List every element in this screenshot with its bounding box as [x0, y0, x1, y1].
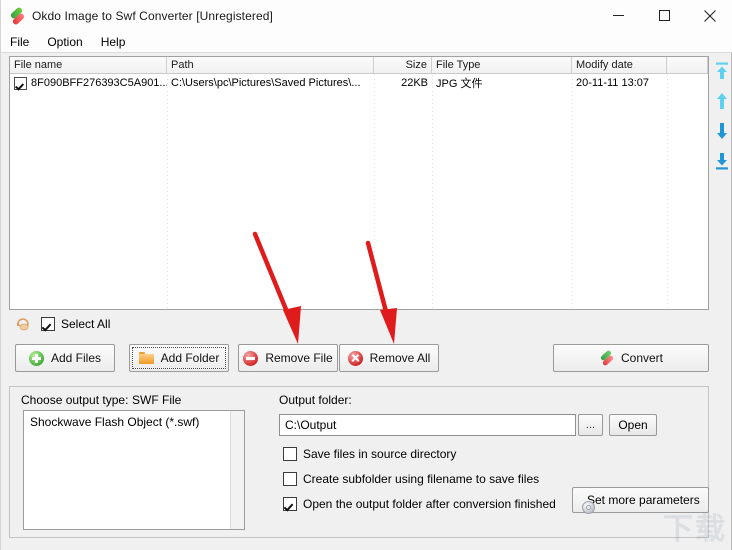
red-x-icon — [347, 350, 363, 366]
window-title: Okdo Image to Swf Converter [Unregistere… — [32, 8, 273, 23]
remove-file-label: Remove File — [265, 351, 333, 365]
output-folder-input[interactable]: C:\Output — [279, 414, 576, 436]
column-header-modify-date[interactable]: Modify date — [572, 57, 667, 73]
move-down-icon[interactable] — [712, 120, 732, 142]
application-window: Okdo Image to Swf Converter [Unregistere… — [0, 0, 732, 550]
watermark: 下载 — [663, 512, 727, 547]
type-list-scrollbar[interactable] — [230, 411, 244, 529]
convert-swoosh-icon — [9, 5, 26, 26]
output-folder-label: Output folder: — [279, 393, 352, 407]
column-header-extra[interactable] — [667, 57, 708, 73]
file-list-panel[interactable]: File name Path Size File Type Modify dat… — [9, 56, 709, 310]
menu-item-file[interactable]: File — [1, 32, 38, 52]
save-in-source-directory-row[interactable]: Save files in source directory — [283, 447, 456, 461]
output-type-value: SWF File — [132, 393, 182, 407]
move-to-bottom-icon[interactable] — [712, 150, 732, 172]
file-list-header: File name Path Size File Type Modify dat… — [10, 57, 708, 74]
maximize-icon[interactable] — [641, 0, 687, 31]
add-files-button[interactable]: Add Files — [15, 344, 115, 372]
add-folder-label: Add Folder — [160, 351, 220, 365]
close-icon[interactable] — [687, 0, 732, 31]
add-files-label: Add Files — [50, 351, 102, 365]
browse-folder-button[interactable]: ... — [578, 414, 603, 436]
column-guides — [10, 75, 708, 309]
open-output-folder-row[interactable]: Open the output folder after conversion … — [283, 497, 556, 511]
green-plus-icon — [28, 350, 44, 366]
menu-item-help[interactable]: Help — [92, 32, 135, 52]
remove-file-button[interactable]: Remove File — [238, 344, 338, 372]
folder-icon — [138, 351, 154, 366]
create-subfolder-row[interactable]: Create subfolder using filename to save … — [283, 472, 539, 486]
add-folder-button[interactable]: Add Folder — [129, 344, 229, 372]
refresh-hand-icon[interactable] — [15, 316, 31, 332]
open-output-folder-label: Open the output folder after conversion … — [303, 497, 556, 511]
select-all-label: Select All — [61, 317, 111, 331]
red-minus-icon — [243, 350, 259, 366]
move-to-top-icon[interactable] — [712, 60, 732, 82]
select-all-row: Select All — [15, 314, 110, 334]
output-type-label: Choose output type: — [21, 393, 129, 407]
save-in-source-directory-checkbox[interactable] — [283, 447, 297, 461]
remove-all-label: Remove All — [369, 351, 431, 365]
open-folder-button[interactable]: Open — [609, 414, 657, 436]
title-bar: Okdo Image to Swf Converter [Unregistere… — [1, 0, 732, 31]
column-header-path[interactable]: Path — [167, 57, 374, 73]
minimize-icon[interactable] — [595, 0, 641, 31]
create-subfolder-checkbox[interactable] — [283, 472, 297, 486]
convert-label: Convert — [620, 351, 664, 365]
row-checkbox[interactable] — [14, 76, 27, 90]
menu-bar: File Option Help — [1, 31, 732, 52]
column-header-file-name[interactable]: File name — [10, 57, 167, 73]
window-controls — [595, 0, 732, 31]
output-type-list[interactable]: Shockwave Flash Object (*.swf) — [23, 410, 245, 530]
list-item[interactable]: Shockwave Flash Object (*.swf) — [24, 411, 244, 429]
convert-swoosh-icon — [599, 349, 615, 366]
convert-button[interactable]: Convert — [553, 344, 709, 372]
select-all-checkbox[interactable] — [41, 317, 55, 331]
row-order-toolbar — [711, 60, 732, 190]
create-subfolder-label: Create subfolder using filename to save … — [303, 472, 540, 486]
menu-item-option[interactable]: Option — [38, 32, 91, 52]
remove-all-button[interactable]: Remove All — [339, 344, 439, 372]
move-up-icon[interactable] — [712, 90, 732, 112]
menu-divider — [1, 52, 732, 53]
save-in-source-directory-label: Save files in source directory — [303, 447, 457, 461]
open-output-folder-checkbox[interactable] — [283, 497, 297, 511]
column-header-file-type[interactable]: File Type — [432, 57, 572, 73]
column-header-size[interactable]: Size — [374, 57, 432, 73]
